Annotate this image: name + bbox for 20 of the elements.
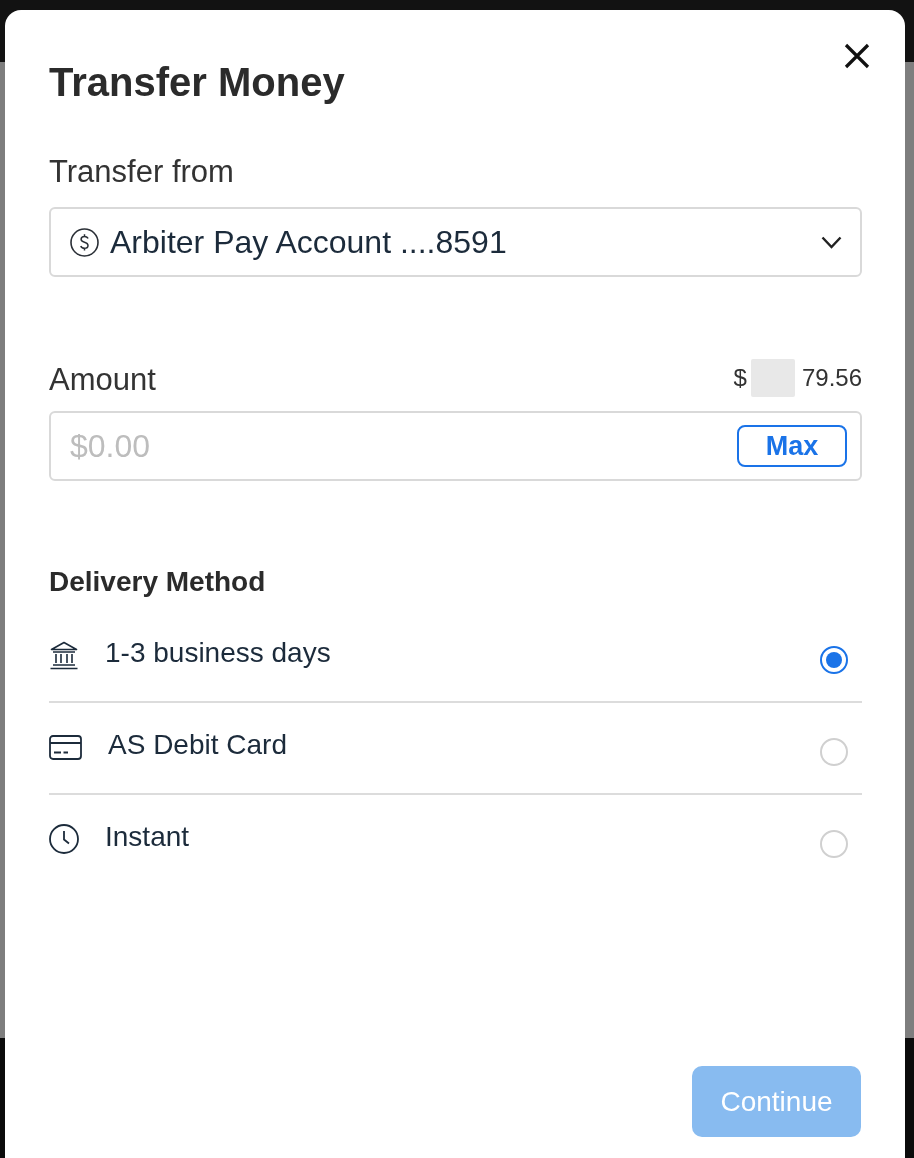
field-label: Amount — [49, 362, 156, 398]
option-label: 1-3 business days — [105, 636, 332, 670]
clock-icon — [49, 824, 79, 854]
option-label: Instant — [105, 820, 191, 854]
radio-button[interactable] — [820, 646, 848, 674]
section-heading: Delivery Method — [49, 565, 267, 599]
bank-icon — [49, 640, 79, 670]
field-label: Transfer from — [49, 154, 235, 190]
dollar-coin-icon — [70, 227, 99, 257]
amount-field[interactable]: $0.00 Max — [49, 411, 862, 481]
option-label: AS Debit Card — [108, 728, 288, 762]
dialog-title: Transfer Money — [49, 59, 345, 106]
max-button[interactable]: Max — [737, 425, 847, 467]
account-dropdown[interactable]: Arbiter Pay Account ....8591 — [49, 207, 862, 277]
credit-card-icon — [49, 734, 82, 760]
close-button[interactable] — [844, 43, 870, 69]
chevron-down-icon — [821, 235, 842, 249]
close-icon — [844, 43, 870, 69]
balance-amount: 79.56 — [801, 364, 862, 392]
balance-currency: $ — [733, 364, 747, 392]
